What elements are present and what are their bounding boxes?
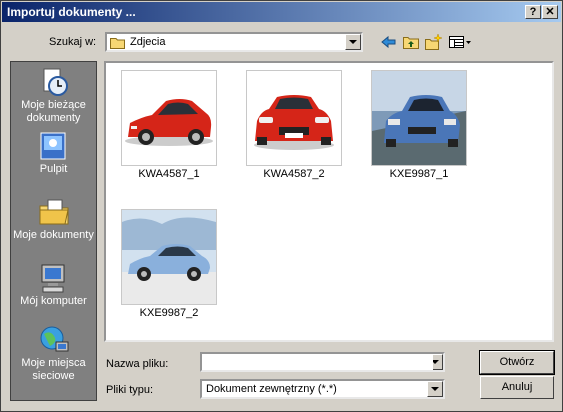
file-name: KXE9987_2 xyxy=(139,307,199,319)
place-network-places[interactable]: Moje miejsca sieciowe xyxy=(11,324,96,388)
open-button[interactable]: Otwórz xyxy=(479,350,555,375)
my-computer-icon xyxy=(41,264,65,293)
new-folder-button[interactable] xyxy=(422,32,444,52)
places-bar: Moje bieżące dokumenty Pulpit Moje dokum… xyxy=(10,61,97,401)
file-thumbnail xyxy=(121,70,217,166)
filetype-combo[interactable]: Dokument zewnętrzny (*.*) xyxy=(200,379,445,399)
place-recent-documents[interactable]: Moje bieżące dokumenty xyxy=(11,66,96,130)
help-icon: ? xyxy=(529,6,537,18)
desktop-icon xyxy=(40,132,66,160)
file-item[interactable]: KXE9987_2 xyxy=(106,204,226,334)
place-network-label: Moje miejsca sieciowe xyxy=(21,357,86,382)
file-name: KXE9987_1 xyxy=(389,168,449,180)
close-button[interactable]: ✕ xyxy=(542,5,558,19)
network-places-icon xyxy=(40,326,69,352)
place-desktop[interactable]: Pulpit xyxy=(11,130,96,194)
place-my-computer[interactable]: Mój komputer xyxy=(11,262,96,326)
file-list: KWA4587_1 KWA4587_2 KXE9987_1 KXE9987_2 xyxy=(104,61,554,342)
file-item[interactable]: KWA4587_2 xyxy=(231,65,351,195)
place-my-computer-label: Mój komputer xyxy=(20,295,87,307)
lookin-combo[interactable]: Zdjecia xyxy=(105,32,363,52)
car-thumbnail-image xyxy=(372,71,466,165)
views-menu-icon xyxy=(449,36,471,48)
file-thumbnail xyxy=(121,209,217,305)
my-documents-icon xyxy=(39,199,69,225)
window-title: Importuj dokumenty ... xyxy=(7,5,136,19)
lookin-label: Szukaj w: xyxy=(49,36,97,48)
up-folder-icon xyxy=(403,37,419,49)
place-recent-label: Moje bieżące dokumenty xyxy=(21,99,86,124)
file-item[interactable]: KWA4587_1 xyxy=(106,65,226,195)
lookin-value: Zdjecia xyxy=(130,36,166,48)
car-thumbnail-image xyxy=(122,210,216,304)
file-thumbnail xyxy=(246,70,342,166)
filetype-dropdown-button[interactable] xyxy=(427,381,443,397)
help-button[interactable]: ? xyxy=(525,5,541,19)
back-arrow-icon xyxy=(381,35,396,49)
folder-icon xyxy=(110,38,125,49)
recent-documents-icon xyxy=(43,68,68,96)
close-icon: ✕ xyxy=(545,6,555,18)
filename-input[interactable] xyxy=(202,354,433,370)
car-thumbnail-image xyxy=(125,99,213,146)
views-button[interactable] xyxy=(446,32,474,52)
file-name: KWA4587_2 xyxy=(263,168,325,180)
file-item[interactable]: KXE9987_1 xyxy=(356,65,476,195)
filename-label: Nazwa pliku: xyxy=(106,358,169,370)
up-folder-button[interactable] xyxy=(400,32,422,52)
back-button[interactable] xyxy=(378,32,400,52)
new-folder-icon xyxy=(425,33,443,50)
title-bar: Importuj dokumenty ... ? ✕ xyxy=(2,2,561,22)
filetype-label: Pliki typu: xyxy=(106,384,154,396)
file-name: KWA4587_1 xyxy=(138,168,200,180)
car-thumbnail-image xyxy=(254,95,334,150)
cancel-button[interactable]: Anuluj xyxy=(480,376,554,399)
place-my-documents-label: Moje dokumenty xyxy=(13,229,94,241)
lookin-dropdown-button[interactable] xyxy=(345,34,361,50)
import-dialog: Importuj dokumenty ... ? ✕ Szukaj w: Zdj… xyxy=(0,0,563,412)
place-desktop-label: Pulpit xyxy=(39,163,68,175)
place-my-documents[interactable]: Moje dokumenty xyxy=(11,196,96,260)
file-thumbnail xyxy=(371,70,467,166)
filetype-value: Dokument zewnętrzny (*.*) xyxy=(206,383,337,395)
